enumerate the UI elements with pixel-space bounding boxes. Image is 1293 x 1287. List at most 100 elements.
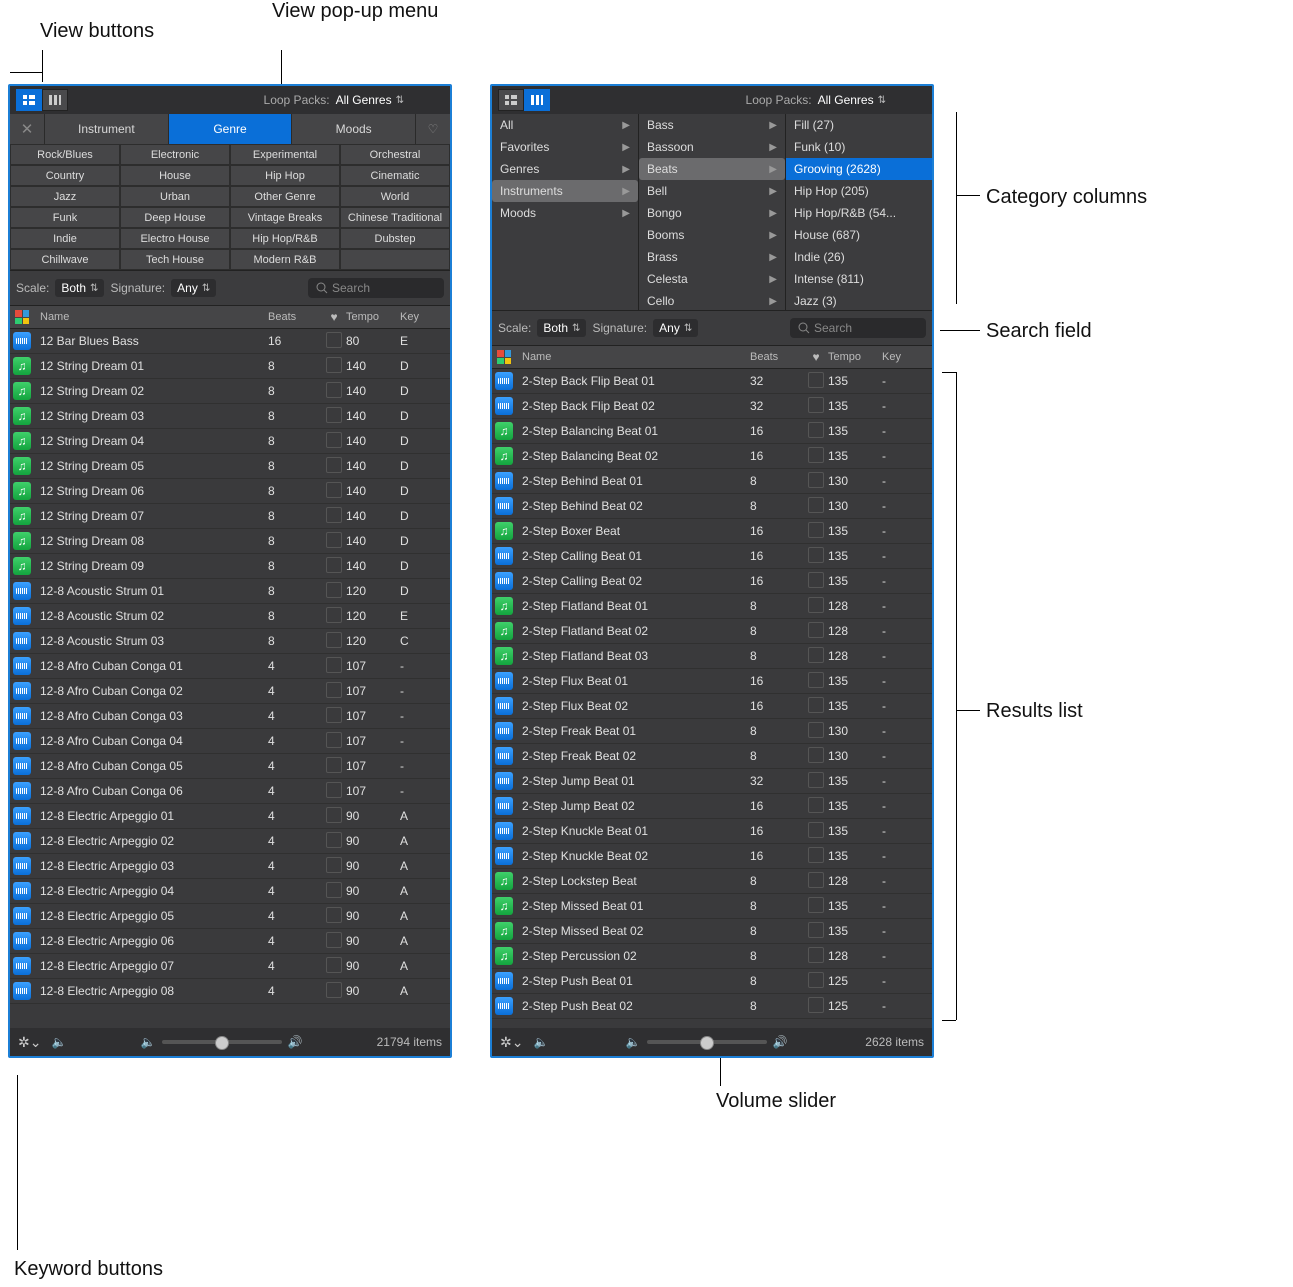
result-row[interactable]: 12-8 Electric Arpeggio 05490A <box>10 904 450 929</box>
result-row[interactable]: 12-8 Electric Arpeggio 06490A <box>10 929 450 954</box>
result-row[interactable]: 2-Step Flux Beat 0116135- <box>492 669 932 694</box>
result-row[interactable]: ♫2-Step Flatland Beat 028128- <box>492 619 932 644</box>
search-input[interactable]: Search <box>308 278 444 298</box>
tab-genre[interactable]: Genre <box>168 114 292 144</box>
result-row[interactable]: 2-Step Calling Beat 0216135- <box>492 569 932 594</box>
result-row[interactable]: 2-Step Back Flip Beat 0132135- <box>492 369 932 394</box>
keyword-button[interactable]: Country <box>10 165 120 186</box>
result-row[interactable]: ♫2-Step Flatland Beat 038128- <box>492 644 932 669</box>
search-input[interactable]: Search <box>790 318 926 338</box>
result-row[interactable]: 12-8 Afro Cuban Conga 054107- <box>10 754 450 779</box>
keyword-button[interactable]: Jazz <box>10 186 120 207</box>
favorite-checkbox[interactable] <box>326 382 342 398</box>
favorite-checkbox[interactable] <box>326 707 342 723</box>
result-row[interactable]: ♫12 String Dream 048140D <box>10 429 450 454</box>
favorite-checkbox[interactable] <box>808 472 824 488</box>
result-row[interactable]: 12-8 Electric Arpeggio 07490A <box>10 954 450 979</box>
category-item[interactable]: House (687) <box>786 224 932 246</box>
result-row[interactable]: ♫12 String Dream 098140D <box>10 554 450 579</box>
category-col-2[interactable]: Bass▶Bassoon▶Beats▶Bell▶Bongo▶Booms▶Bras… <box>639 114 786 310</box>
keyword-button[interactable]: Chillwave <box>10 249 120 270</box>
col-key[interactable]: Key <box>882 351 922 363</box>
gear-icon[interactable]: ✲⌄ <box>500 1034 523 1051</box>
result-row[interactable]: 12-8 Electric Arpeggio 02490A <box>10 829 450 854</box>
scale-select[interactable]: Both⇅ <box>537 319 586 337</box>
favorite-checkbox[interactable] <box>326 632 342 648</box>
keyword-button[interactable]: Indie <box>10 228 120 249</box>
result-row[interactable]: 12-8 Afro Cuban Conga 014107- <box>10 654 450 679</box>
col-key[interactable]: Key <box>400 311 440 323</box>
tab-moods[interactable]: Moods <box>291 114 415 144</box>
result-row[interactable]: 2-Step Jump Beat 0216135- <box>492 794 932 819</box>
favorite-checkbox[interactable] <box>808 422 824 438</box>
favorite-checkbox[interactable] <box>808 622 824 638</box>
result-row[interactable]: 2-Step Behind Beat 018130- <box>492 469 932 494</box>
result-row[interactable]: 2-Step Push Beat 018125- <box>492 969 932 994</box>
favorite-checkbox[interactable] <box>808 897 824 913</box>
col-favorites[interactable]: ♥ <box>804 350 828 364</box>
favorite-checkbox[interactable] <box>326 757 342 773</box>
favorite-checkbox[interactable] <box>808 522 824 538</box>
clear-filter-button[interactable]: ✕ <box>10 114 44 144</box>
favorite-checkbox[interactable] <box>326 532 342 548</box>
favorite-checkbox[interactable] <box>326 357 342 373</box>
result-row[interactable]: ♫2-Step Missed Beat 028135- <box>492 919 932 944</box>
col-name[interactable]: Name <box>34 311 268 323</box>
result-row[interactable]: ♫2-Step Missed Beat 018135- <box>492 894 932 919</box>
category-item[interactable]: Jazz (3) <box>786 290 932 310</box>
category-item[interactable]: Beats▶ <box>639 158 785 180</box>
favorite-checkbox[interactable] <box>808 947 824 963</box>
favorite-checkbox[interactable] <box>808 672 824 688</box>
favorite-checkbox[interactable] <box>808 447 824 463</box>
result-row[interactable]: 2-Step Knuckle Beat 0216135- <box>492 844 932 869</box>
favorite-checkbox[interactable] <box>326 782 342 798</box>
category-item[interactable]: Indie (26) <box>786 246 932 268</box>
category-item[interactable]: Bongo▶ <box>639 202 785 224</box>
result-row[interactable]: 12-8 Acoustic Strum 018120D <box>10 579 450 604</box>
keyword-button[interactable]: Electro House <box>120 228 230 249</box>
favorite-checkbox[interactable] <box>808 872 824 888</box>
favorite-checkbox[interactable] <box>326 857 342 873</box>
category-item[interactable]: Cello▶ <box>639 290 785 310</box>
result-row[interactable]: ♫2-Step Balancing Beat 0216135- <box>492 444 932 469</box>
favorite-checkbox[interactable] <box>326 607 342 623</box>
result-row[interactable]: 12-8 Acoustic Strum 028120E <box>10 604 450 629</box>
favorite-checkbox[interactable] <box>808 822 824 838</box>
keyword-button[interactable]: House <box>120 165 230 186</box>
keyword-button[interactable]: Deep House <box>120 207 230 228</box>
result-row[interactable]: 12-8 Afro Cuban Conga 044107- <box>10 729 450 754</box>
favorite-checkbox[interactable] <box>326 807 342 823</box>
result-row[interactable]: 2-Step Push Beat 028125- <box>492 994 932 1019</box>
tab-favorites[interactable]: ♡ <box>415 114 450 144</box>
favorite-checkbox[interactable] <box>808 697 824 713</box>
category-item[interactable]: Intense (811) <box>786 268 932 290</box>
keyword-button[interactable]: Hip Hop <box>230 165 340 186</box>
favorite-checkbox[interactable] <box>808 647 824 663</box>
result-row[interactable]: 12-8 Electric Arpeggio 08490A <box>10 979 450 1004</box>
category-item[interactable]: Hip Hop/R&B (54... <box>786 202 932 224</box>
speaker-mute-icon[interactable]: 🔈 <box>51 1035 66 1049</box>
favorite-checkbox[interactable] <box>808 847 824 863</box>
category-item[interactable]: Genres▶ <box>492 158 638 180</box>
result-row[interactable]: 12-8 Electric Arpeggio 01490A <box>10 804 450 829</box>
favorite-checkbox[interactable] <box>808 572 824 588</box>
volume-slider[interactable]: 🔈 🔊 <box>558 1035 855 1049</box>
category-item[interactable]: Moods▶ <box>492 202 638 224</box>
button-view-toggle[interactable] <box>16 89 42 111</box>
result-row[interactable]: ♫12 String Dream 028140D <box>10 379 450 404</box>
result-row[interactable]: 12-8 Afro Cuban Conga 034107- <box>10 704 450 729</box>
favorite-checkbox[interactable] <box>326 982 342 998</box>
favorite-checkbox[interactable] <box>808 797 824 813</box>
header-type-icon[interactable] <box>10 310 34 324</box>
category-item[interactable]: Bell▶ <box>639 180 785 202</box>
column-view-toggle[interactable] <box>524 89 550 111</box>
keyword-button[interactable]: Experimental <box>230 144 340 165</box>
category-col-1[interactable]: All▶Favorites▶Genres▶Instruments▶Moods▶ <box>492 114 639 310</box>
favorite-checkbox[interactable] <box>326 932 342 948</box>
scale-select[interactable]: Both⇅ <box>55 279 104 297</box>
result-row[interactable]: ♫12 String Dream 088140D <box>10 529 450 554</box>
favorite-checkbox[interactable] <box>326 907 342 923</box>
result-row[interactable]: 2-Step Freak Beat 028130- <box>492 744 932 769</box>
category-col-3[interactable]: Fill (27)Funk (10)Grooving (2628)Hip Hop… <box>786 114 932 310</box>
result-row[interactable]: 12-8 Acoustic Strum 038120C <box>10 629 450 654</box>
